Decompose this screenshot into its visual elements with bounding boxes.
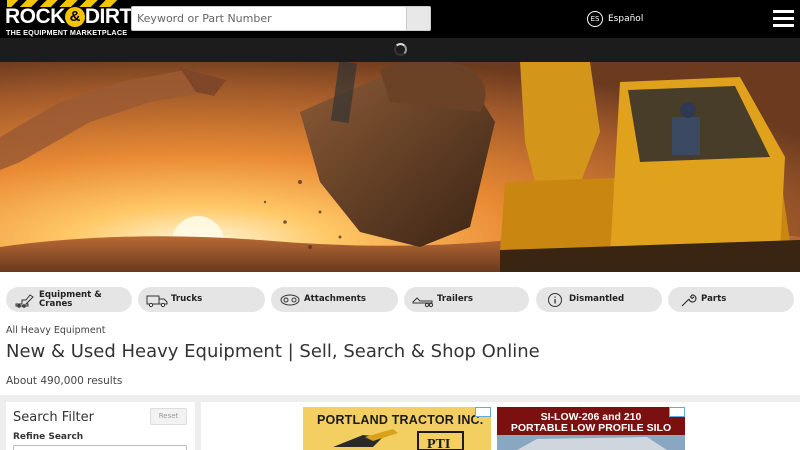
category-attachments[interactable]: Attachments: [271, 287, 398, 312]
info-icon: [544, 292, 566, 308]
category-tabs: Equipment & Cranes Trucks Attachments Tra…: [6, 287, 794, 312]
category-parts[interactable]: Parts: [668, 287, 794, 312]
site-logo[interactable]: ROCK & DIRT THE EQUIPMENT MARKETPLACE: [5, 0, 132, 38]
results-count: About 490,000 results: [6, 375, 123, 387]
loading-bar: [0, 38, 800, 62]
category-dismantled[interactable]: Dismantled: [536, 287, 662, 312]
ad-choices-icon[interactable]: [669, 407, 685, 417]
top-header: ROCK&DIRT THE EQUIPMENT MARKETPLACE ES E…: [0, 0, 800, 38]
refine-search-label: Refine Search: [13, 432, 84, 442]
page-title: New & Used Heavy Equipment | Sell, Searc…: [6, 341, 540, 362]
logo-wordmark: ROCK & DIRT: [5, 5, 132, 28]
logo-tagline: THE EQUIPMENT MARKETPLACE: [6, 28, 128, 37]
trailer-icon: [412, 292, 434, 308]
search-input[interactable]: [132, 7, 407, 30]
hero-banner: [0, 62, 800, 272]
reset-button[interactable]: Reset: [150, 408, 187, 425]
search-bar: [131, 6, 431, 31]
ad-artwork: [333, 429, 464, 450]
category-trucks[interactable]: Trucks: [138, 287, 265, 312]
category-equipment-cranes[interactable]: Equipment & Cranes: [6, 287, 132, 312]
excavator-icon: [14, 292, 36, 308]
category-label: Attachments: [304, 294, 367, 304]
category-label: Dismantled: [569, 294, 625, 304]
filter-title: Search Filter: [13, 410, 94, 425]
category-trailers[interactable]: Trailers: [404, 287, 529, 312]
category-label: Trucks: [171, 294, 203, 304]
breadcrumb[interactable]: All Heavy Equipment: [6, 325, 105, 336]
ad-silo[interactable]: SI-LOW-206 and 210 PORTABLE LOW PROFILE …: [497, 407, 685, 450]
ad-logo: PTI: [427, 437, 451, 450]
truck-icon: [146, 292, 168, 308]
hero-excavator-image: [0, 62, 800, 272]
category-label: Parts: [701, 294, 727, 304]
search-button[interactable]: [406, 7, 430, 30]
language-switch[interactable]: ES Español: [587, 10, 643, 28]
refine-search-input[interactable]: [13, 445, 187, 450]
ad-artwork: [497, 435, 685, 450]
category-label: Trailers: [437, 294, 474, 304]
language-label: Español: [608, 14, 644, 24]
search-filter-panel: Search Filter Reset Refine Search: [6, 402, 195, 450]
ad-portland-tractor[interactable]: PORTLAND TRACTOR INC. PTI: [303, 407, 491, 450]
loading-spinner-icon: [394, 43, 407, 56]
attachment-icon: [279, 292, 301, 308]
wrench-icon: [676, 292, 698, 308]
category-label: Equipment & Cranes: [39, 289, 102, 309]
language-badge: ES: [587, 11, 603, 27]
hamburger-menu-icon[interactable]: [773, 10, 794, 28]
ad-choices-icon[interactable]: [475, 407, 491, 417]
